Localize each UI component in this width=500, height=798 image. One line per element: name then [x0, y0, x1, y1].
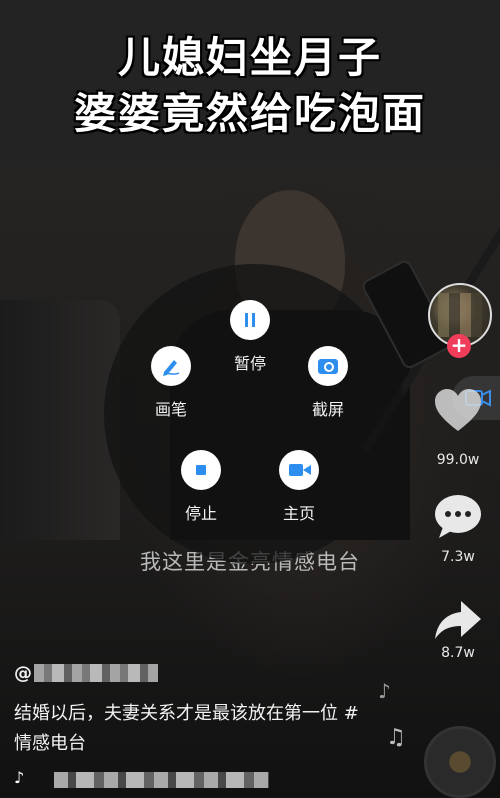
author-name[interactable]: @ — [14, 663, 158, 684]
quick-action-radial-menu: 暂停 画笔 截屏 停止 主页 — [104, 264, 404, 564]
share-button[interactable] — [433, 597, 483, 643]
tiktok-logo-icon: ♪ — [14, 768, 25, 787]
stop-icon — [181, 450, 221, 490]
pause-record-button[interactable]: 暂停 — [210, 300, 290, 374]
heart-icon — [435, 389, 481, 431]
author-name-mosaic — [34, 664, 158, 682]
share-arrow-icon — [435, 601, 481, 639]
pen-tool-button[interactable]: 画笔 — [131, 346, 211, 420]
music-disc[interactable] — [424, 726, 496, 798]
music-notes-icon: ♫ — [386, 725, 406, 750]
stop-label: 停止 — [184, 504, 217, 523]
home-button[interactable]: 主页 — [259, 450, 339, 524]
follow-button[interactable]: + — [447, 334, 471, 358]
music-title-mosaic — [54, 772, 269, 788]
video-title-line2: 婆婆竟然给吃泡面 — [73, 89, 426, 138]
video-title-line1: 儿媳妇坐月子 — [117, 33, 382, 82]
author-prefix: @ — [14, 663, 32, 684]
avatar-mosaic — [438, 293, 482, 337]
screenshot-label: 截屏 — [311, 400, 344, 419]
like-button[interactable] — [433, 388, 483, 434]
chair-shape — [0, 300, 120, 540]
pen-icon — [151, 346, 191, 386]
post-description[interactable]: 结婚以后，夫妻关系才是最该放在第一位 #情感电台 — [14, 699, 364, 759]
music-note-icon: ♪ — [378, 679, 391, 703]
pause-icon — [230, 300, 270, 340]
pause-label: 暂停 — [233, 354, 266, 373]
music-info[interactable]: ♪ — [14, 768, 274, 792]
comment-button[interactable] — [433, 494, 483, 540]
camera-icon — [308, 346, 348, 386]
screenshot-button[interactable]: 截屏 — [288, 346, 368, 420]
like-count: 99.0w — [436, 452, 480, 468]
share-count: 8.7w — [441, 645, 475, 661]
comment-count: 7.3w — [441, 549, 475, 565]
video-camera-icon — [279, 450, 319, 490]
comment-icon — [435, 495, 481, 538]
home-label: 主页 — [282, 504, 315, 523]
title-band: 儿媳妇坐月子 婆婆竟然给吃泡面 — [0, 0, 500, 165]
pen-label: 画笔 — [154, 400, 187, 419]
stop-record-button[interactable]: 停止 — [161, 450, 241, 524]
